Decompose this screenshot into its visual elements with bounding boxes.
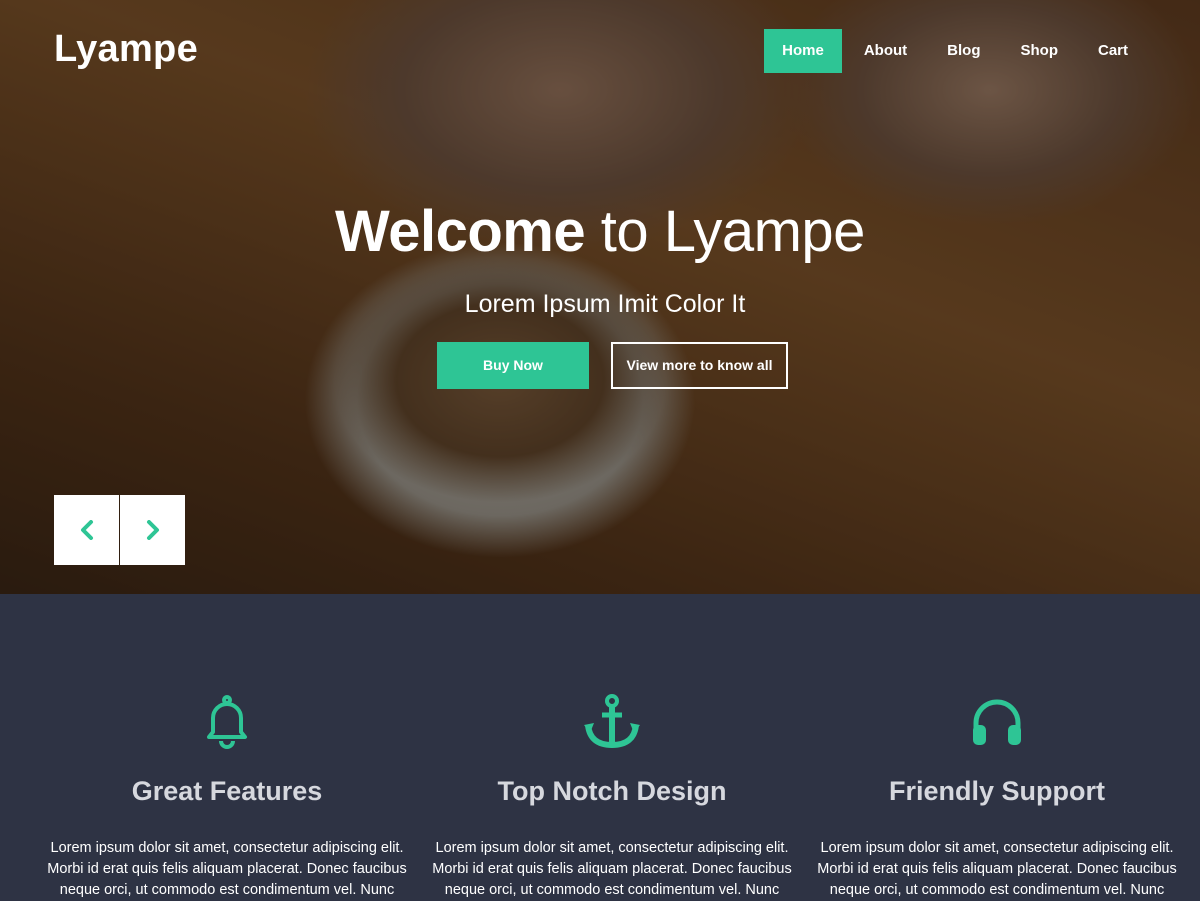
anchor-icon (580, 690, 644, 754)
chevron-left-icon (80, 520, 93, 540)
slider-prev-button[interactable] (54, 495, 119, 565)
feature-text: Lorem ipsum dolor sit amet, consectetur … (47, 840, 407, 898)
main-nav: Home About Blog Shop Cart (764, 29, 1146, 73)
nav-item-shop[interactable]: Shop (1002, 29, 1076, 73)
nav-item-about[interactable]: About (846, 29, 925, 73)
headphones-icon (965, 690, 1029, 754)
nav-item-blog[interactable]: Blog (929, 29, 998, 73)
hero-title-strong: Welcome (335, 199, 586, 264)
buy-now-button[interactable]: Buy Now (437, 342, 589, 389)
slider-next-button[interactable] (120, 495, 185, 565)
nav-item-cart[interactable]: Cart (1080, 29, 1146, 73)
hero-title: Welcome to Lyampe (0, 198, 1200, 265)
bell-icon (195, 690, 259, 754)
hero-subtitle: Lorem Ipsum Imit Color It (464, 290, 746, 318)
site-logo[interactable]: Lyampe (54, 28, 198, 71)
hero-banner: Lyampe Home About Blog Shop Cart Welcome… (0, 0, 1200, 594)
slider-controls (54, 495, 185, 565)
features-section: Great Features Lorem ipsum dolor sit ame… (0, 594, 1200, 900)
feature-text: Lorem ipsum dolor sit amet, consectetur … (432, 840, 792, 898)
chevron-right-icon (146, 520, 159, 540)
feature-title: Friendly Support (889, 776, 1105, 806)
feature-title: Top Notch Design (497, 776, 727, 806)
nav-item-home[interactable]: Home (764, 29, 842, 73)
view-more-button[interactable]: View more to know all (611, 342, 788, 389)
hero-title-rest: to Lyampe (585, 199, 866, 264)
feature-title: Great Features (131, 776, 323, 806)
feature-text: Lorem ipsum dolor sit amet, consectetur … (817, 840, 1177, 898)
